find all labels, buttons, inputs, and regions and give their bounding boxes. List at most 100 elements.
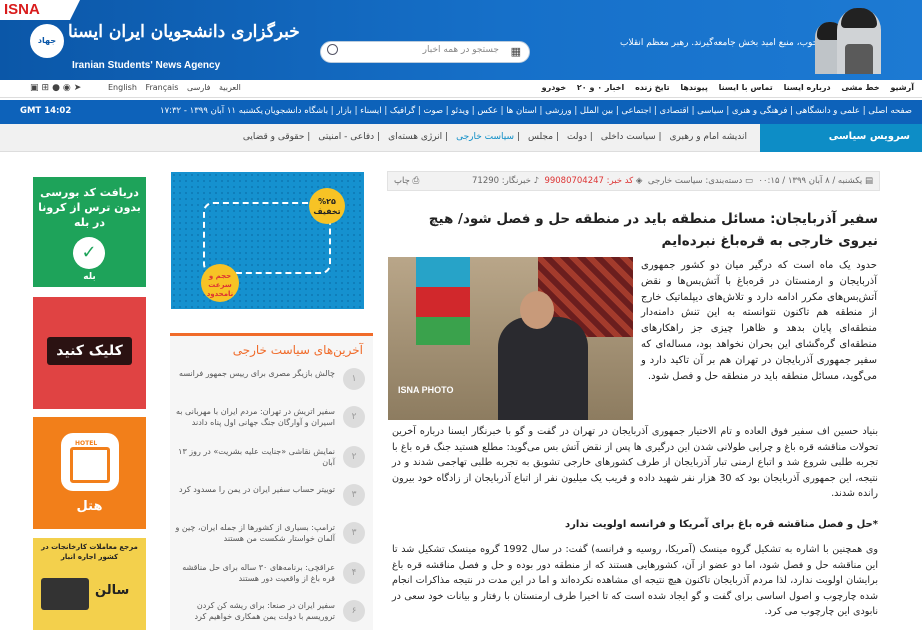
- latest-item-text[interactable]: چالش بازیگر مصری برای رییس جمهور فرانسه: [175, 368, 335, 379]
- latest-item-text[interactable]: عراقچی: برنامه‌های ۳۰ ساله برای حل مناقش…: [175, 562, 335, 584]
- latest-item-text[interactable]: نمایش نقاشی «جنایت علیه بشریت» در روز ۱۳…: [175, 446, 335, 468]
- flag-azerbaijan-blue: [416, 257, 470, 287]
- main-navigation: GMT 14:02 یکشنبه ۱۱ آبان ۱۳۹۹ - ۱۷:۳۲ صف…: [0, 100, 922, 124]
- latest-item-text[interactable]: توییتر حساب سفیر ایران در یمن را مسدود ک…: [175, 484, 335, 495]
- print-icon: ⎙: [409, 176, 420, 186]
- calendar-icon[interactable]: ▦: [511, 45, 521, 58]
- current-date: یکشنبه ۱۱ آبان ۱۳۹۹ - ۱۷:۳۲: [160, 106, 264, 116]
- leaders-portrait-image: [815, 6, 881, 74]
- latest-item[interactable]: ۳ ترامپ: بسیاری از کشورها از جمله ایران، …: [170, 518, 373, 552]
- latest-item[interactable]: ۲ نمایش نقاشی «جنایت علیه بشریت» در روز ۱…: [170, 442, 373, 476]
- subnav-government[interactable]: دولت: [567, 132, 587, 142]
- leader-quote: اخبار خوب، منبع امید بخش جامعه‌گیرند. ره…: [620, 38, 839, 48]
- photo-credit: ISNA PHOTO: [398, 385, 454, 395]
- top-link-links[interactable]: پیوندها: [680, 83, 707, 92]
- lang-arabic[interactable]: العربية: [219, 83, 241, 92]
- latest-item-hours: ۶: [343, 600, 365, 622]
- article-lead: حدود یک ماه است که درگیر میان دو کشور جم…: [641, 260, 877, 382]
- article-paragraph: بنیاد حسین اف سفیر فوق العاده و تام الاخ…: [392, 426, 878, 500]
- top-link-about[interactable]: درباره ایسنا: [784, 83, 831, 92]
- utility-links: آرشیو خط مشی درباره ایسنا تماس با ایسنا …: [534, 83, 914, 92]
- lang-english[interactable]: English: [108, 83, 137, 92]
- android-icon[interactable]: ◉: [63, 83, 74, 93]
- latest-item[interactable]: ۶ سفیر ایران در صنعا: برای ریشه کن کردن ت…: [170, 596, 373, 630]
- subnav-imam[interactable]: اندیشه امام و رهبری: [670, 132, 747, 142]
- tag-icon: ◈: [633, 176, 643, 186]
- top-link-policy[interactable]: خط مشی: [841, 83, 879, 92]
- latest-item[interactable]: ۱ چالش بازیگر مصری برای رییس جمهور فرانسه: [170, 364, 373, 398]
- isna-tag[interactable]: ISNA: [0, 0, 80, 20]
- article-subheading: *حل و فصل مناقشه قره باغ برای آمریکا و ف…: [564, 519, 878, 530]
- article-reporter: خبرنگار: 71290: [472, 176, 531, 186]
- apple-icon[interactable]: ●: [52, 83, 63, 93]
- latest-item[interactable]: ۴ عراقچی: برنامه‌های ۳۰ ساله برای حل مناق…: [170, 558, 373, 592]
- social-icons[interactable]: ▣⊞●◉➤: [30, 83, 84, 93]
- site-header: ISNA جهاد خبرگزاری دانشجویان ایران ایسنا…: [0, 0, 922, 80]
- discount-badge: %۲۵ تخفیف: [309, 188, 345, 224]
- latest-item-text[interactable]: ترامپ: بسیاری از کشورها از جمله ایران، چ…: [175, 522, 335, 544]
- ad2-text: کلیک کنید: [47, 337, 132, 365]
- ad4-title: مرجع معاملات کارخانجات در کشور اجاره انب…: [41, 543, 138, 561]
- article-code: کد خبر: 99080704247: [544, 176, 634, 186]
- ad4-label: سالن: [95, 583, 130, 598]
- lang-farsi[interactable]: فارسی: [187, 83, 211, 92]
- latest-item[interactable]: ۲ سفیر اتریش در تهران: مردم ایران با مهرب…: [170, 402, 373, 436]
- top-link-archive[interactable]: آرشیو: [891, 83, 915, 92]
- search-box[interactable]: جستجو در همه اخبار ▦: [320, 41, 530, 63]
- latest-foreign-policy-box: آخرین‌های سیاست خارجی ۱ چالش بازیگر مصری …: [170, 333, 373, 630]
- hotel-icon: HOTEL: [61, 433, 119, 491]
- subnav-foreign-policy[interactable]: سیاست خارجی: [456, 132, 514, 142]
- ad1-text: دریافت کد بورسی بدون ترس از کرونا در بله: [38, 186, 141, 229]
- ad-banner-internet[interactable]: %۲۵ تخفیف حجم و سرعت نامحدود: [171, 172, 364, 309]
- calendar-icon: ▤: [862, 176, 873, 186]
- site-logo-english[interactable]: Iranian Students' News Agency: [72, 60, 220, 71]
- print-label: چاپ: [394, 176, 410, 186]
- lang-french[interactable]: Français: [145, 83, 178, 92]
- warehouse-icon: [41, 578, 89, 610]
- search-input[interactable]: جستجو در همه اخبار: [423, 45, 499, 55]
- ad-hotel[interactable]: HOTEL هتل: [33, 417, 146, 529]
- print-button[interactable]: ⎙ چاپ: [394, 176, 419, 186]
- main-nav-links[interactable]: صفحه اصلی | علمی و دانشگاهی | فرهنگی و ه…: [264, 106, 912, 116]
- telegram-icon[interactable]: ➤: [74, 83, 85, 93]
- article-date: یکشنبه / ۸ آبان ۱۳۹۹ / ۰۰:۱۵: [758, 176, 863, 186]
- subnav-defense[interactable]: دفاعی - امنیتی: [318, 132, 374, 142]
- latest-box-title: آخرین‌های سیاست خارجی: [232, 343, 363, 357]
- ambassador-figure: [498, 317, 588, 420]
- top-link-news[interactable]: اخبار ۰ و ۲۰: [577, 83, 624, 92]
- subnav-legal[interactable]: حقوقی و قضایی: [243, 132, 305, 142]
- article-meta: ▤ یکشنبه / ۸ آبان ۱۳۹۹ / ۰۰:۱۵ ▭ دسته‌بن…: [472, 176, 873, 186]
- flag-azerbaijan-green: [416, 317, 470, 345]
- unlimited-badge: حجم و سرعت نامحدود: [201, 264, 239, 302]
- article-category[interactable]: دسته‌بندی: سیاست خارجی: [648, 176, 742, 186]
- jahad-logo-icon[interactable]: جهاد: [30, 24, 64, 58]
- flag-azerbaijan-red: [416, 287, 470, 317]
- top-link-auto[interactable]: خودرو: [542, 83, 566, 92]
- ad1-sub: بله: [83, 272, 96, 282]
- latest-item-text[interactable]: سفیر ایران در صنعا: برای ریشه کن کردن تر…: [175, 600, 335, 622]
- latest-item-hours: ۲: [343, 406, 365, 428]
- site-logo-title[interactable]: خبرگزاری دانشجویان ایران ایسنا: [68, 22, 300, 42]
- latest-item[interactable]: ۳ توییتر حساب سفیر ایران در یمن را مسدود …: [170, 480, 373, 514]
- folder-icon: ▭: [742, 176, 754, 186]
- ad-bale-bourse[interactable]: دریافت کد بورسی بدون ترس از کرونا در بله…: [33, 177, 146, 287]
- ad-warehouse[interactable]: مرجع معاملات کارخانجات در کشور اجاره انب…: [33, 538, 146, 630]
- top-link-contact[interactable]: تماس با ایسنا: [719, 83, 773, 92]
- article-photo[interactable]: ISNA PHOTO: [388, 257, 633, 420]
- ad3-label: هتل: [76, 499, 103, 514]
- windows-icon[interactable]: ⊞: [42, 83, 53, 93]
- rss-icon[interactable]: ▣: [30, 83, 42, 93]
- ad-click-here[interactable]: کلیک کنید: [33, 297, 146, 409]
- subnav-parliament[interactable]: مجلس: [528, 132, 553, 142]
- top-link-live[interactable]: تایخ زنده: [635, 83, 670, 92]
- check-icon: ✓: [73, 237, 105, 269]
- search-icon[interactable]: [327, 44, 338, 55]
- article-headline: سفیر آذربایجان: مسائل منطقه باید در منطق…: [428, 211, 878, 249]
- article-meta-bar: ⎙ چاپ ▤ یکشنبه / ۸ آبان ۱۳۹۹ / ۰۰:۱۵ ▭ د…: [387, 171, 880, 191]
- subnav-nuclear[interactable]: انرژی هسته‌ای: [388, 132, 442, 142]
- latest-item-text[interactable]: سفیر اتریش در تهران: مردم ایران با مهربا…: [175, 406, 335, 428]
- section-tab-political[interactable]: سرویس سیاسی: [760, 124, 922, 152]
- top-links-bar: ▣⊞●◉➤ English Français العربية فارسی آرش…: [0, 80, 922, 98]
- latest-item-hours: ۱: [343, 368, 365, 390]
- subnav-domestic[interactable]: سیاست داخلی: [601, 132, 656, 142]
